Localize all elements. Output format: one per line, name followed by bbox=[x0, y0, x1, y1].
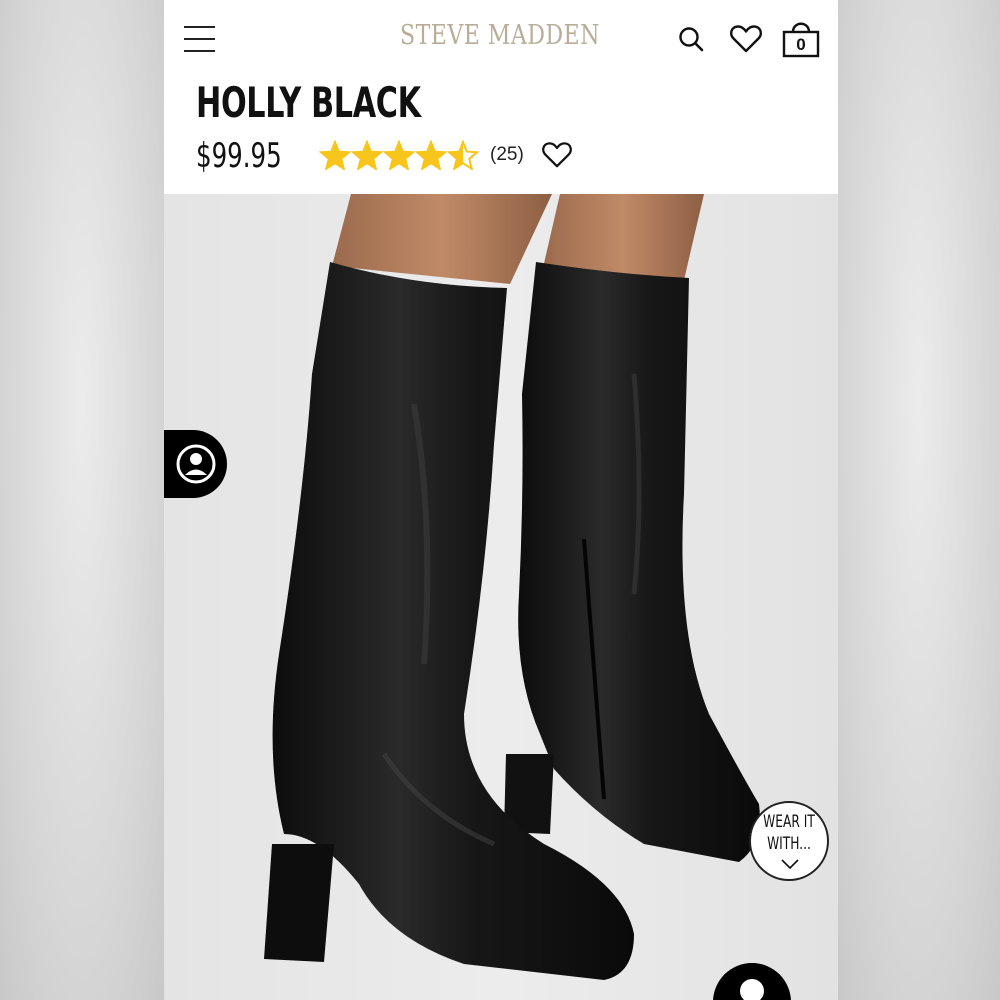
review-count[interactable]: (25) bbox=[490, 144, 524, 166]
rating-stars[interactable] bbox=[319, 140, 479, 170]
heart-outline-icon[interactable] bbox=[541, 141, 573, 169]
wear-it-label-line1: WEAR IT bbox=[763, 812, 815, 832]
background-right bbox=[838, 0, 1000, 1000]
product-image[interactable] bbox=[164, 194, 838, 1000]
star-icon bbox=[415, 140, 447, 170]
shopping-bag-icon[interactable]: 0 bbox=[781, 18, 821, 58]
brand-logo[interactable]: STEVE MADDEN bbox=[400, 20, 600, 51]
bag-count-badge: 0 bbox=[796, 35, 806, 54]
background-left bbox=[0, 0, 164, 1000]
user-circle-icon bbox=[176, 444, 216, 484]
star-icon bbox=[447, 140, 479, 170]
search-icon[interactable] bbox=[678, 26, 704, 52]
wear-it-label-line2: WITH... bbox=[767, 834, 811, 854]
star-icon bbox=[383, 140, 415, 170]
hamburger-menu-icon[interactable] bbox=[184, 26, 215, 52]
chevron-down-icon bbox=[781, 859, 799, 869]
site-header: STEVE MADDEN 0 bbox=[164, 0, 838, 78]
heart-icon[interactable] bbox=[729, 24, 763, 54]
wear-it-with-button[interactable]: WEAR IT WITH... bbox=[749, 801, 829, 881]
star-icon bbox=[319, 140, 351, 170]
mobile-product-page: STEVE MADDEN 0 HOLLY BLACK $99.95 (25) W… bbox=[164, 0, 838, 1000]
star-icon bbox=[351, 140, 383, 170]
heel-left bbox=[264, 844, 334, 962]
product-price: $99.95 bbox=[196, 136, 282, 176]
product-title: HOLLY BLACK bbox=[196, 78, 421, 127]
